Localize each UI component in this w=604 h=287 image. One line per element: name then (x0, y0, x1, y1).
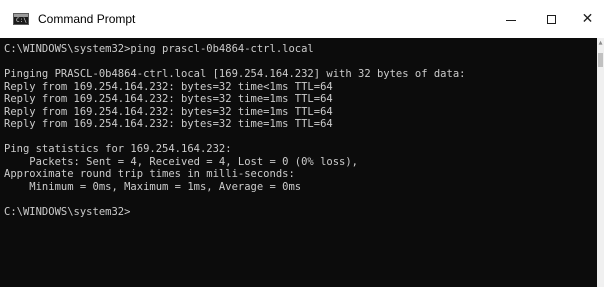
console-line: Packets: Sent = 4, Received = 4, Lost = … (4, 155, 359, 168)
maximize-icon (546, 14, 556, 24)
console-line: C:\WINDOWS\system32> (4, 205, 131, 218)
minimize-icon (506, 19, 516, 21)
window-title: Command Prompt (38, 12, 136, 26)
console-line: Minimum = 0ms, Maximum = 1ms, Average = … (4, 180, 302, 193)
minimize-button[interactable] (491, 0, 531, 38)
close-icon: ✕ (581, 11, 594, 27)
console-line: Reply from 169.254.164.232: bytes=32 tim… (4, 118, 333, 130)
console-line: Ping statistics for 169.254.164.232: (4, 143, 232, 155)
scroll-up-arrow-icon[interactable]: ▲ (597, 40, 604, 46)
close-button[interactable]: ✕ (571, 0, 604, 38)
console-output-area[interactable]: C:\WINDOWS\system32>ping prascl-0b4864-c… (0, 38, 597, 287)
title-bar[interactable]: C:\ Command Prompt ✕ (0, 0, 604, 38)
scrollbar-thumb[interactable] (598, 53, 603, 67)
console-line: Reply from 169.254.164.232: bytes=32 tim… (4, 80, 333, 93)
console-line: Approximate round trip times in milli-se… (4, 168, 295, 180)
console-line: Pinging PRASCL-0b4864-ctrl.local [169.25… (4, 68, 466, 80)
console-line: Reply from 169.254.164.232: bytes=32 tim… (4, 105, 333, 118)
console-text: C:\WINDOWS\system32>ping prascl-0b4864-c… (4, 43, 465, 218)
console-line: Reply from 169.254.164.232: bytes=32 tim… (4, 93, 333, 105)
vertical-scrollbar[interactable]: ▲ (597, 38, 604, 287)
console-line: C:\WINDOWS\system32>ping prascl-0b4864-c… (4, 43, 314, 55)
command-prompt-window: C:\ Command Prompt ✕ C:\WINDOWS\system32… (0, 0, 604, 287)
cmd-console-icon: C:\ (13, 13, 29, 25)
maximize-button[interactable] (531, 0, 571, 38)
